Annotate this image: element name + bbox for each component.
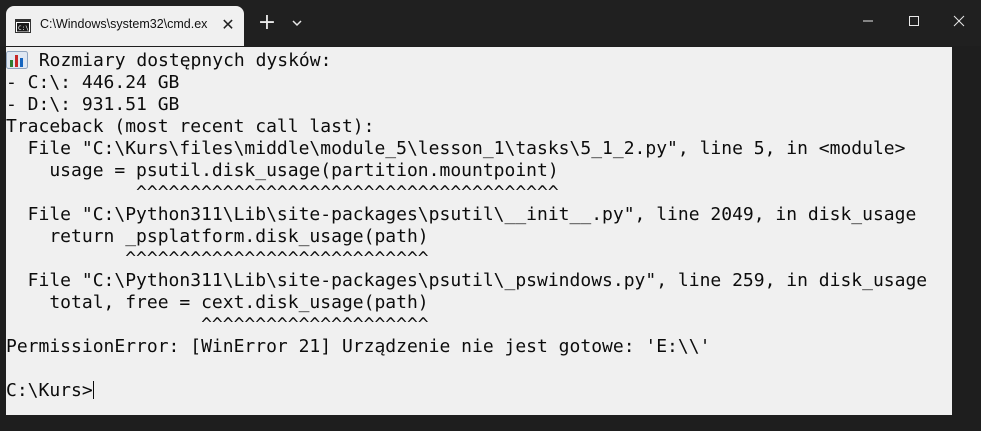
disk-header: Rozmiary dostępnych dysków:: [28, 50, 332, 71]
prompt: C:\Kurs>: [6, 380, 93, 401]
terminal-output[interactable]: Rozmiary dostępnych dysków: - C:\: 446.2…: [6, 47, 952, 415]
bar-chart-icon: [6, 51, 28, 69]
terminal-line: ^^^^^^^^^^^^^^^^^^^^^^^^^^^^^^^^^^^^^^^: [6, 182, 559, 203]
tab-title: C:\Windows\system32\cmd.ex: [40, 17, 208, 31]
terminal-line: File "C:\Python311\Lib\site-packages\psu…: [6, 204, 917, 225]
close-window-button[interactable]: [937, 6, 981, 36]
minimize-button[interactable]: [846, 6, 890, 36]
scrollbar[interactable]: [952, 47, 981, 415]
close-icon[interactable]: ✕: [218, 14, 238, 36]
tab-cmd[interactable]: C:\ C:\Windows\system32\cmd.ex ✕: [6, 6, 244, 46]
prompt-line[interactable]: C:\Kurs>: [6, 380, 94, 402]
terminal-line: Traceback (most recent call last):: [6, 116, 375, 137]
plus-icon[interactable]: +: [256, 12, 278, 34]
text-cursor: [92, 381, 94, 399]
minimize-icon: [863, 20, 873, 22]
window-bottom: [0, 415, 981, 431]
terminal-line: - C:\: 446.24 GB: [6, 72, 180, 93]
terminal-line: File "C:\Kurs\files\middle\module_5\less…: [6, 138, 906, 159]
cmd-terminal-icon: C:\: [15, 18, 31, 33]
error-line: PermissionError: [WinError 21] Urządzeni…: [6, 336, 711, 357]
maximize-button[interactable]: [892, 6, 936, 36]
svg-text:C:\: C:\: [18, 25, 29, 32]
terminal-line: Rozmiary dostępnych dysków:: [6, 50, 331, 72]
close-icon: [953, 15, 965, 27]
terminal-line: return _psplatform.disk_usage(path): [6, 226, 429, 247]
terminal-line: usage = psutil.disk_usage(partition.moun…: [6, 160, 559, 181]
terminal-line: ^^^^^^^^^^^^^^^^^^^^^: [6, 314, 429, 335]
maximize-icon: [909, 16, 919, 26]
terminal-line: File "C:\Python311\Lib\site-packages\psu…: [6, 270, 928, 291]
terminal-line: - D:\: 931.51 GB: [6, 94, 180, 115]
title-bar: C:\ C:\Windows\system32\cmd.ex ✕ +: [0, 0, 981, 46]
chevron-down-icon[interactable]: [288, 13, 306, 33]
terminal-line: total, free = cext.disk_usage(path): [6, 292, 429, 313]
terminal-line: ^^^^^^^^^^^^^^^^^^^^^^^^^^^^: [6, 248, 429, 269]
